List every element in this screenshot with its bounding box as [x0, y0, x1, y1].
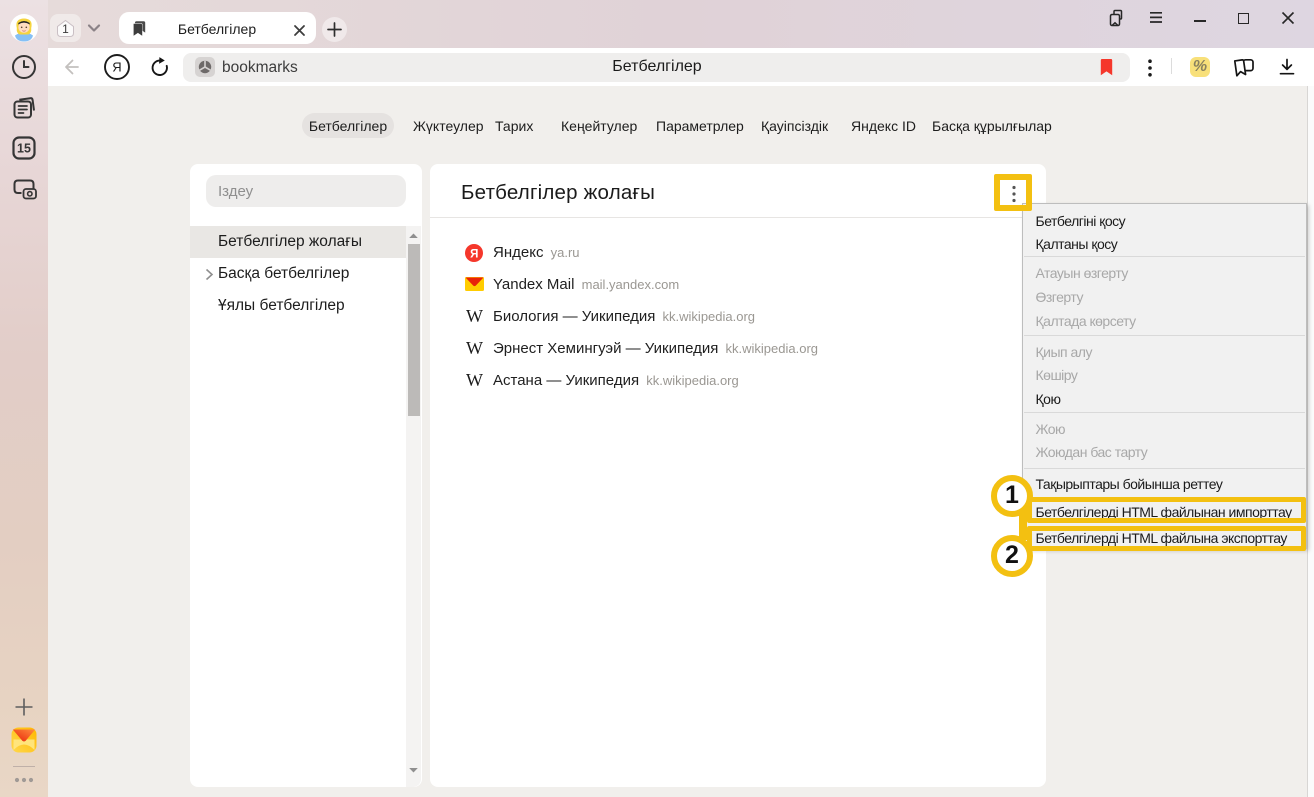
svg-text:Я: Я	[470, 249, 478, 261]
svg-text:Я: Я	[112, 60, 121, 75]
svg-text:15: 15	[17, 142, 31, 156]
svg-text:1: 1	[62, 22, 69, 36]
